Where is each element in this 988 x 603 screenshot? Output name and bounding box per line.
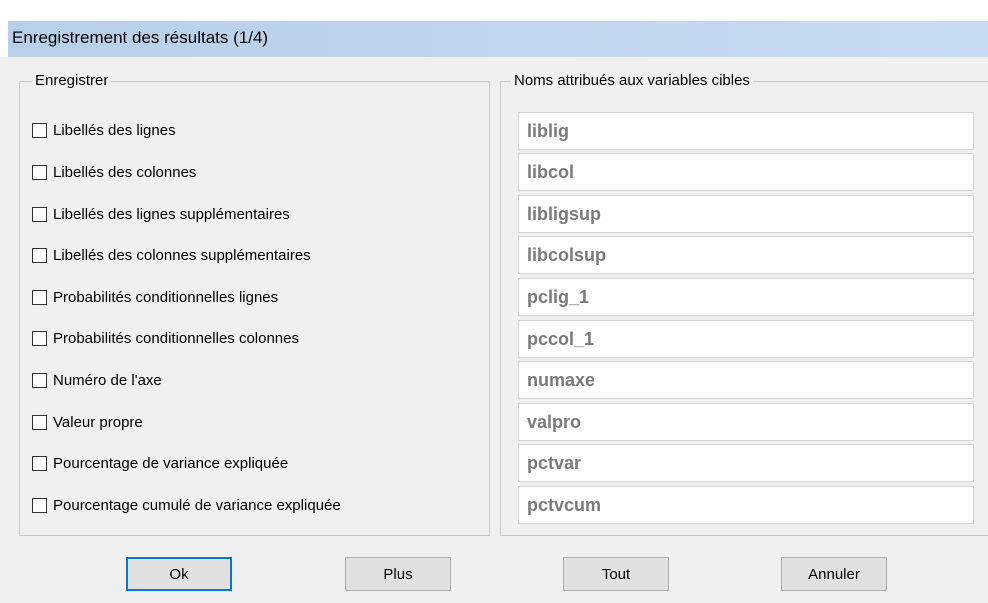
save-option-label: Libellés des lignes supplémentaires [53, 205, 290, 223]
save-option-row[interactable]: Pourcentage cumulé de variance expliquée [32, 493, 341, 517]
save-option-label: Probabilités conditionnelles lignes [53, 288, 279, 306]
save-option-row[interactable]: Probabilités conditionnelles lignes [32, 285, 278, 309]
save-option-row[interactable]: Libellés des lignes [32, 118, 176, 142]
save-option-row[interactable]: Libellés des colonnes supplémentaires [32, 243, 311, 267]
title-bar: Enregistrement des résultats (1/4) [0, 0, 988, 57]
checkbox[interactable] [32, 122, 47, 138]
variable-name-field[interactable]: numaxe [518, 361, 974, 399]
variable-names-legend: Noms attribués aux variables cibles [511, 72, 753, 89]
checkbox[interactable] [32, 330, 47, 346]
save-option-row[interactable]: Pourcentage de variance expliquée [32, 451, 288, 475]
checkbox[interactable] [32, 289, 47, 305]
save-group-legend: Enregistrer [32, 72, 112, 89]
variable-names-group: Noms attribués aux variables cibles libl… [500, 72, 988, 536]
save-option-label: Probabilités conditionnelles colonnes [53, 329, 299, 347]
save-option-row[interactable]: Valeur propre [32, 410, 143, 434]
save-option-label: Numéro de l'axe [53, 371, 162, 389]
variable-name-field[interactable]: pctvcum [518, 486, 974, 524]
variable-name-field[interactable]: libligsup [518, 195, 974, 233]
checkbox[interactable] [32, 247, 47, 263]
tout-button[interactable]: Tout [563, 557, 669, 591]
ok-button[interactable]: Ok [126, 557, 232, 591]
plus-button[interactable]: Plus [345, 557, 451, 591]
checkbox[interactable] [32, 206, 47, 222]
variable-name-field[interactable]: libcolsup [518, 236, 974, 274]
save-option-row[interactable]: Libellés des colonnes [32, 160, 196, 184]
variable-name-field[interactable]: pccol_1 [518, 320, 974, 358]
save-option-row[interactable]: Libellés des lignes supplémentaires [32, 202, 290, 226]
save-option-label: Pourcentage de variance expliquée [53, 454, 289, 472]
variable-name-field[interactable]: pctvar [518, 444, 974, 482]
save-option-label: Libellés des colonnes [53, 163, 197, 181]
save-option-label: Valeur propre [53, 413, 143, 431]
save-option-row[interactable]: Probabilités conditionnelles colonnes [32, 326, 299, 350]
checkbox[interactable] [32, 414, 47, 430]
checkbox[interactable] [32, 455, 47, 471]
variable-name-field[interactable]: liblig [518, 112, 974, 150]
annuler-button[interactable]: Annuler [781, 557, 887, 591]
save-group: Enregistrer Libellés des lignes Libellés… [19, 72, 490, 536]
save-option-label: Libellés des colonnes supplémentaires [53, 246, 311, 264]
variable-name-field[interactable]: libcol [518, 153, 974, 191]
checkbox[interactable] [32, 497, 47, 513]
save-option-row[interactable]: Numéro de l'axe [32, 368, 162, 392]
save-option-label: Pourcentage cumulé de variance expliquée [53, 496, 341, 514]
checkbox[interactable] [32, 372, 47, 388]
window-title: Enregistrement des résultats (1/4) [12, 28, 269, 47]
variable-name-field[interactable]: pclig_1 [518, 278, 974, 316]
checkbox[interactable] [32, 164, 47, 180]
save-option-label: Libellés des lignes [53, 121, 176, 139]
variable-name-field[interactable]: valpro [518, 403, 974, 441]
